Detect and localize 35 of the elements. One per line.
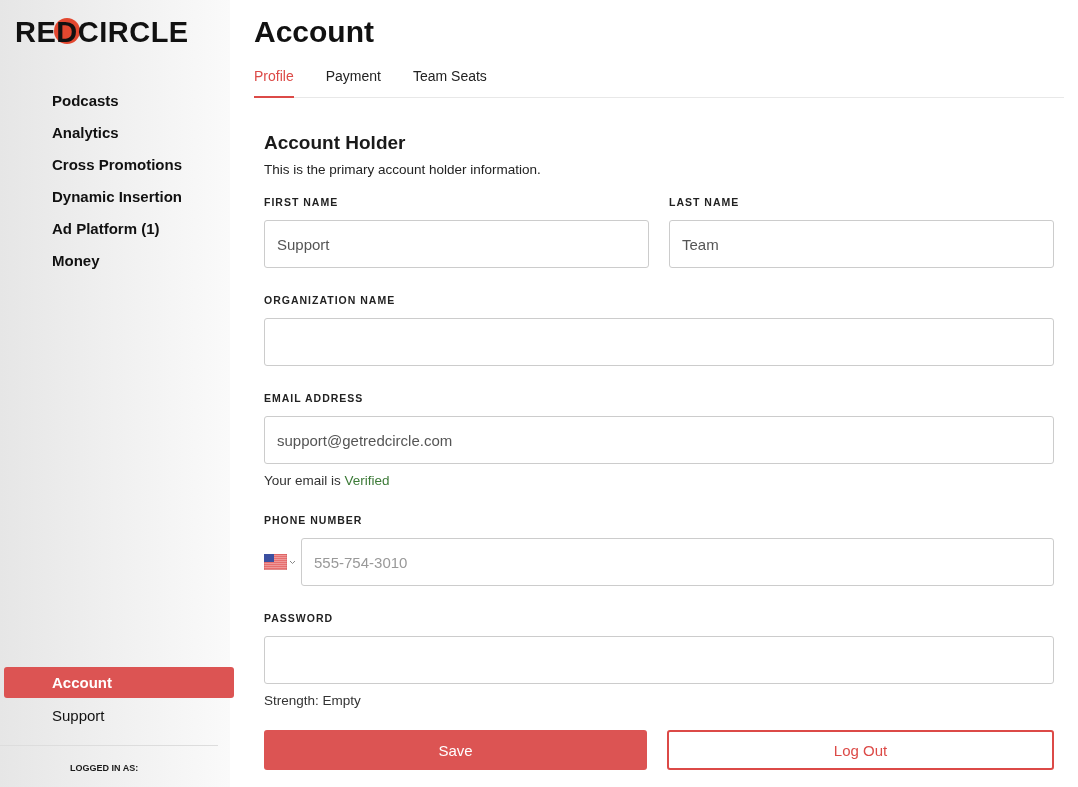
tab[interactable]: Team Seats <box>412 68 487 98</box>
page-title: Account <box>254 14 375 50</box>
country-selector[interactable] <box>264 554 296 570</box>
input-field[interactable]: support@getredcircle.com <box>264 416 1054 464</box>
logged-in-label: LOGGED IN AS: <box>69 762 140 775</box>
field-label: LAST NAME <box>669 196 741 210</box>
field-label: FIRST NAME <box>264 196 340 210</box>
logo: REDCIRCLE <box>15 16 189 49</box>
password-strength-text: Strength: Empty <box>264 693 362 708</box>
sidebar-item[interactable]: Money <box>0 245 230 277</box>
input-field[interactable] <box>264 318 1054 366</box>
chevron-down-icon <box>289 559 296 565</box>
sidebar-item[interactable]: Account <box>4 667 234 698</box>
sidebar-item[interactable]: Dynamic Insertion <box>0 181 230 213</box>
field-label: PASSWORD <box>264 612 335 626</box>
log-out-button[interactable]: Log Out <box>667 730 1054 770</box>
field-label: PHONE NUMBER <box>264 514 364 528</box>
tab[interactable]: Profile <box>254 68 294 98</box>
input-field[interactable]: Support <box>264 220 649 268</box>
sidebar-item[interactable]: Analytics <box>0 117 230 149</box>
sidebar-item[interactable]: Cross Promotions <box>0 149 230 181</box>
tab[interactable]: Payment <box>325 68 381 98</box>
input-field[interactable]: 555-754-3010 <box>301 538 1054 586</box>
flag-icon <box>264 554 287 570</box>
section-description: This is the primary account holder information. <box>264 162 542 177</box>
input-field[interactable] <box>264 636 1054 684</box>
sidebar-item[interactable]: Podcasts <box>0 85 230 117</box>
sidebar-item[interactable]: Ad Platform (1) <box>0 213 230 245</box>
input-field[interactable]: Team <box>669 220 1054 268</box>
section-title: Account Holder <box>264 132 407 154</box>
field-label: EMAIL ADDRESS <box>264 392 365 406</box>
save-button[interactable]: Save <box>264 730 647 770</box>
email-status-text: Your email is Verified <box>264 473 391 488</box>
field-label: ORGANIZATION NAME <box>264 294 397 308</box>
sidebar-item[interactable]: Support <box>4 700 234 731</box>
